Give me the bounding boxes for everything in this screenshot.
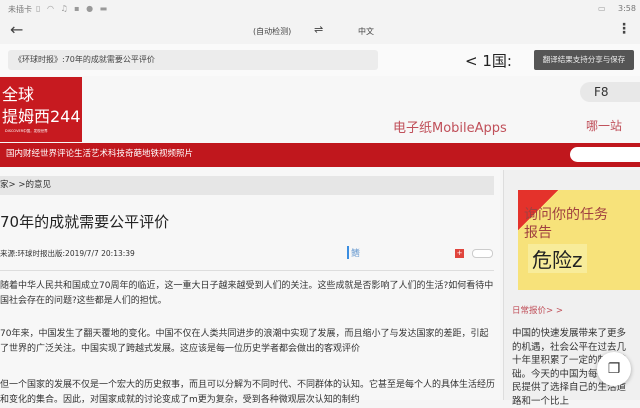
logo-line1: 全球: [2, 85, 35, 104]
ad-banner[interactable]: 询问你的任务 报告 危险z: [518, 190, 640, 290]
tooltip: 翻译结果支持分享与保存: [534, 50, 634, 70]
paragraph: 但一个国家的发展不仅是一个宏大的历史叙事，而且可以分解为不同时代、不同群体的认知…: [0, 380, 496, 405]
article-meta: 来源:环球时报出版:2019/7/7 20:13:39: [0, 249, 135, 258]
clock: 3:58: [618, 4, 636, 13]
pager-overlay: < 1国:: [465, 52, 512, 70]
swap-languages-icon[interactable]: ⇌: [314, 23, 323, 36]
paragraph: 70年来，中国发生了翻天覆地的变化。中国不仅在人类共同进步的浪潮中实现了发展，而…: [0, 329, 489, 354]
search-input[interactable]: [570, 147, 640, 162]
carrier-status: 未插卡: [8, 5, 32, 14]
daily-quote-link[interactable]: 日常报价> >: [512, 304, 563, 316]
breadcrumb[interactable]: 家> >的意见: [0, 176, 494, 195]
translate-toolbar: ← (自动检测) ⇌ 中文 ⋮: [0, 18, 640, 44]
share-plus-icon[interactable]: +: [455, 249, 464, 258]
category-nav: 国内财经世界评论生活艺术科技奇葩地铁视频照片: [0, 143, 640, 167]
f8-button[interactable]: F8: [580, 82, 640, 102]
battery-icon: ▭: [598, 4, 606, 13]
source-language-button[interactable]: (自动检测): [253, 26, 291, 37]
logo-tagline: DISCOVER中国，发现世界: [5, 129, 48, 133]
nav-items[interactable]: 国内财经世界评论生活艺术科技奇葩地铁视频照片: [6, 149, 193, 159]
station-link[interactable]: 哪一站: [586, 117, 622, 134]
article-title: 70年的成就需要公平评价: [0, 213, 170, 231]
copy-icon[interactable]: ❐: [597, 352, 631, 386]
site-header: [0, 76, 640, 143]
site-logo[interactable]: 全球 提姆西244 DISCOVER中国，发现世界: [0, 77, 82, 142]
share-count[interactable]: [472, 249, 493, 258]
font-size-button[interactable]: 鳍: [347, 246, 360, 259]
ad-line3: 危险z: [528, 244, 587, 273]
page-title-field[interactable]: 《环球时报》:70年的成就需要公平评价: [8, 50, 378, 70]
back-arrow-icon[interactable]: ←: [10, 20, 23, 39]
logo-line2: 提姆西244: [2, 107, 81, 126]
more-menu-icon[interactable]: ⋮: [617, 21, 631, 37]
mobile-apps-link[interactable]: 电子纸MobileApps: [393, 117, 507, 136]
paragraph: 随着中华人民共和国成立70周年的临近，这一重大日子越来越受到人们的关注。这些成就…: [0, 281, 494, 306]
ad-line1: 询问你的任务: [524, 207, 608, 223]
notification-icons: ▯ ◠ ♫ ▪ ● ▬: [36, 4, 110, 13]
status-bar: 未插卡 ▯ ◠ ♫ ▪ ● ▬ ▭ 3:58: [0, 0, 640, 18]
divider: [0, 270, 494, 271]
article-area: 家> >的意见 70年的成就需要公平评价 来源:环球时报出版:2019/7/7 …: [0, 167, 500, 405]
ad-line2: 报告: [524, 225, 552, 241]
target-language-button[interactable]: 中文: [358, 26, 374, 37]
